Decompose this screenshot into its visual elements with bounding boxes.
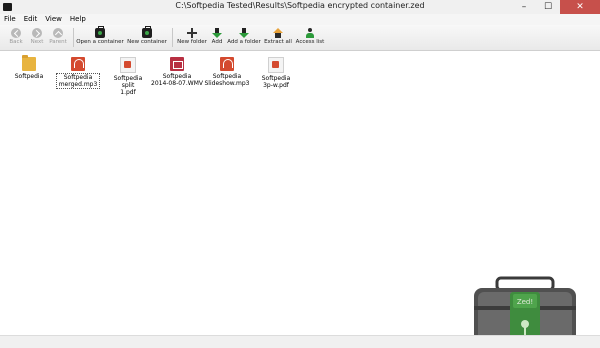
file-name: Softpedia merged.mp3 — [55, 73, 101, 89]
new-container-icon — [142, 26, 152, 38]
file-item[interactable]: Softpedia 2014-08-07.WMV — [151, 55, 203, 87]
add-down-arrow-icon — [212, 28, 222, 38]
add-folder-down-arrow-icon — [239, 28, 249, 38]
minimize-button[interactable]: – — [512, 0, 536, 14]
audio-icon — [220, 57, 234, 71]
file-name: Softpedia 3p-w.pdf — [261, 75, 291, 89]
add-button[interactable]: Add — [208, 25, 226, 50]
file-name: Softpedia — [14, 73, 44, 80]
new-container-label: New container — [127, 39, 167, 45]
new-container-button[interactable]: New container — [125, 25, 169, 50]
window-controls: – ☐ ✕ — [512, 0, 600, 14]
parent-button[interactable]: Parent — [47, 25, 69, 50]
back-label: Back — [9, 39, 23, 45]
logo-text: Zed! — [517, 298, 533, 306]
pdf-icon — [120, 57, 136, 73]
parent-label: Parent — [49, 39, 67, 45]
plus-icon — [187, 28, 197, 38]
next-label: Next — [30, 39, 44, 45]
open-container-button[interactable]: Open a container — [76, 25, 124, 50]
file-item[interactable]: Softpedia merged.mp3 — [52, 55, 104, 89]
file-item[interactable]: Softpedia — [3, 55, 55, 80]
new-folder-label: New folder — [177, 39, 207, 45]
next-arrow-icon — [32, 28, 42, 38]
next-button[interactable]: Next — [27, 25, 47, 50]
file-item[interactable]: Softpedia split 1.pdf — [102, 55, 154, 96]
maximize-button[interactable]: ☐ — [536, 0, 560, 14]
back-arrow-icon — [11, 28, 21, 38]
folder-icon — [22, 55, 36, 71]
toolbar-separator — [73, 28, 74, 47]
parent-arrow-icon — [53, 28, 63, 38]
menu-file[interactable]: File — [0, 14, 20, 25]
add-label: Add — [211, 39, 223, 45]
open-container-label: Open a container — [76, 39, 124, 45]
video-icon — [170, 57, 184, 71]
file-item[interactable]: Softpedia Slideshow.mp3 — [201, 55, 253, 87]
menu-bar: File Edit View Help — [0, 14, 600, 25]
file-name: Softpedia 2014-08-07.WMV — [151, 73, 203, 87]
window-title: C:\Softpedia Tested\Results\Softpedia en… — [175, 1, 425, 10]
open-container-icon — [95, 26, 105, 38]
user-icon — [305, 28, 315, 38]
title-bar: C:\Softpedia Tested\Results\Softpedia en… — [0, 0, 600, 15]
access-list-button[interactable]: Access list — [295, 25, 325, 50]
toolbar: Back Next Parent Open a container New co… — [0, 25, 600, 51]
close-button[interactable]: ✕ — [560, 0, 600, 14]
back-button[interactable]: Back — [6, 25, 26, 50]
menu-help[interactable]: Help — [66, 14, 90, 25]
file-name: Softpedia split 1.pdf — [113, 75, 143, 96]
file-name: Softpedia Slideshow.mp3 — [204, 73, 250, 87]
status-bar — [0, 335, 600, 348]
menu-edit[interactable]: Edit — [20, 14, 42, 25]
file-item[interactable]: Softpedia 3p-w.pdf — [250, 55, 302, 89]
access-list-label: Access list — [295, 39, 325, 45]
extract-up-arrow-icon — [273, 28, 283, 38]
extract-all-label: Extract all — [264, 39, 292, 45]
audio-icon — [71, 57, 85, 71]
toolbar-separator — [172, 28, 173, 47]
new-folder-button[interactable]: New folder — [176, 25, 208, 50]
add-folder-label: Add a folder — [227, 39, 261, 45]
app-window: C:\Softpedia Tested\Results\Softpedia en… — [0, 0, 600, 348]
extract-all-button[interactable]: Extract all — [262, 25, 294, 50]
menu-view[interactable]: View — [41, 14, 66, 25]
pdf-icon — [268, 57, 284, 73]
add-folder-button[interactable]: Add a folder — [227, 25, 261, 50]
